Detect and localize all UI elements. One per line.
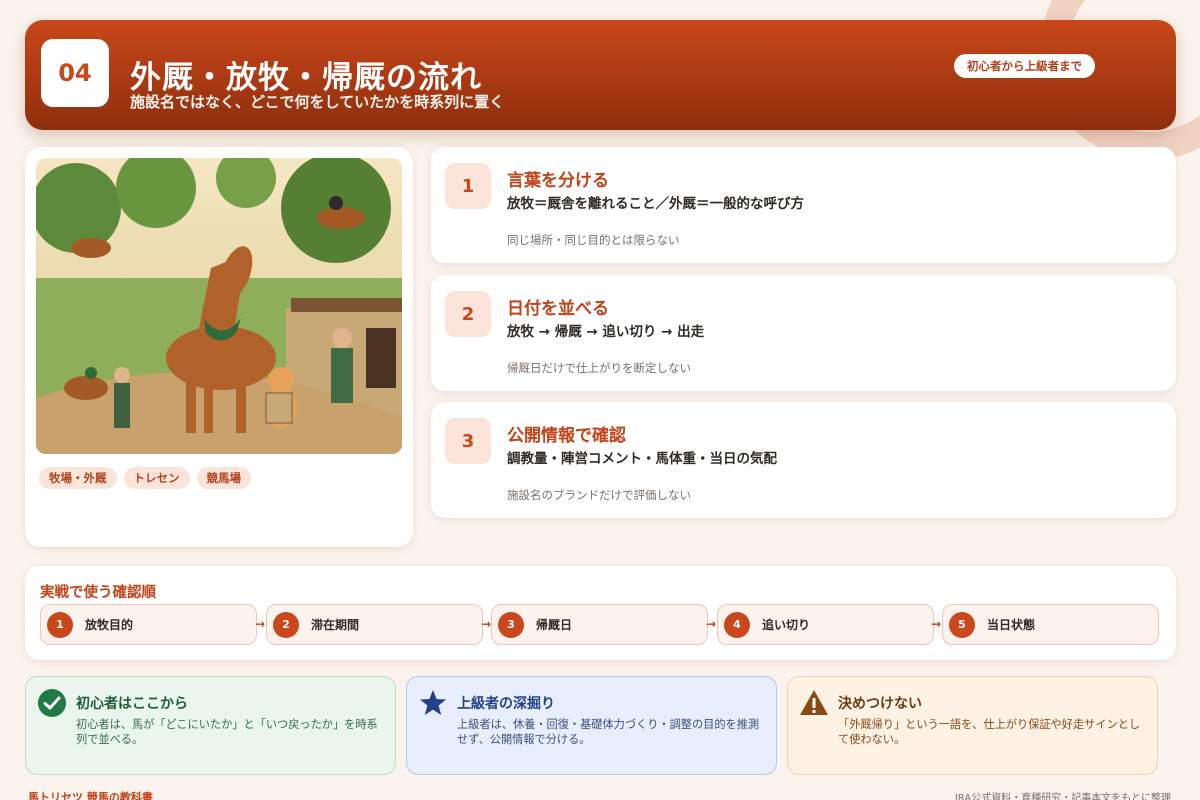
warning-text: 「外厩帰り」という一語を、仕上がり保証や好走サインとして使わない。 <box>838 718 1141 746</box>
warning-title: 決めつけない <box>838 696 922 712</box>
horse-farm-illustration <box>36 158 402 454</box>
check-order-item-1: 1 放牧目的 <box>40 604 257 645</box>
step-note: 施設名のブランドだけで評価しない <box>507 488 691 502</box>
step-note: 同じ場所・同じ目的とは限らない <box>507 233 680 247</box>
tag-farm: 牧場・外厩 <box>39 467 117 489</box>
warning-triangle-icon <box>800 690 828 715</box>
advanced-text: 上級者は、休養・回復・基礎体力づくり・調整の目的を推測せず、公開情報で分ける。 <box>457 718 760 746</box>
step-title: 言葉を分ける <box>507 171 609 191</box>
check-order-number: 3 <box>498 611 524 638</box>
check-order-card: 実戦で使う確認順 1 放牧目的 → 2 滞在期間 → 3 帰厩日 → 4 追い切… <box>25 566 1176 660</box>
tag-racecourse: 競馬場 <box>196 467 251 489</box>
beginner-text: 初心者は、馬が「どこにいたか」と「いつ戻ったか」を時系列で並べる。 <box>76 718 378 746</box>
check-order-label: 放牧目的 <box>85 618 134 632</box>
illustration-card: 牧場・外厩 トレセン 競馬場 <box>25 147 413 547</box>
footer-brand: 馬トリセツ 競馬の教科書 <box>28 791 153 800</box>
check-order-label: 帰厩日 <box>536 618 573 632</box>
check-order-number: 1 <box>47 611 73 638</box>
step-card-3: 3 公開情報で確認 調教量・陣営コメント・馬体重・当日の気配 施設名のブランドだ… <box>431 402 1176 518</box>
check-order-label: 当日状態 <box>987 618 1036 632</box>
check-order-item-5: 5 当日状態 <box>942 604 1159 645</box>
check-order-item-4: 4 追い切り <box>717 604 934 645</box>
warning-box: 決めつけない 「外厩帰り」という一語を、仕上がり保証や好走サインとして使わない。 <box>787 676 1158 775</box>
step-description: 放牧＝厩舎を離れること／外厩＝一般的な呼び方 <box>507 196 804 212</box>
check-order-title: 実戦で使う確認順 <box>40 585 156 601</box>
step-card-2: 2 日付を並べる 放牧 → 帰厩 → 追い切り → 出走 帰厩日だけで仕上がりを… <box>431 275 1176 391</box>
page-header: 04 外厩・放牧・帰厩の流れ 施設名ではなく、どこで何をしていたかを時系列に置く… <box>25 20 1176 130</box>
check-circle-icon <box>38 689 66 717</box>
page-subtitle: 施設名ではなく、どこで何をしていたかを時系列に置く <box>130 93 505 111</box>
check-order-number: 2 <box>273 611 299 638</box>
step-note: 帰厩日だけで仕上がりを断定しない <box>507 361 691 375</box>
beginner-box: 初心者はここから 初心者は、馬が「どこにいたか」と「いつ戻ったか」を時系列で並べ… <box>25 676 396 775</box>
check-order-label: 滞在期間 <box>311 618 360 632</box>
step-title: 日付を並べる <box>507 299 609 319</box>
step-card-1: 1 言葉を分ける 放牧＝厩舎を離れること／外厩＝一般的な呼び方 同じ場所・同じ目… <box>431 147 1176 263</box>
step-title: 公開情報で確認 <box>507 426 626 446</box>
check-order-number: 4 <box>724 611 750 638</box>
arrow-right-icon: → <box>930 617 942 631</box>
arrow-right-icon: → <box>705 617 717 631</box>
step-number: 3 <box>445 418 491 464</box>
step-description: 調教量・陣営コメント・馬体重・当日の気配 <box>507 451 777 467</box>
level-badge: 初心者から上級者まで <box>954 54 1095 78</box>
check-order-number: 5 <box>949 611 975 638</box>
location-tags: 牧場・外厩 トレセン 競馬場 <box>39 467 251 489</box>
arrow-right-icon: → <box>254 617 266 631</box>
check-order-label: 追い切り <box>762 618 811 632</box>
advanced-title: 上級者の深掘り <box>457 696 555 712</box>
check-order-item-2: 2 滞在期間 <box>266 604 483 645</box>
beginner-title: 初心者はここから <box>76 696 188 712</box>
step-number: 2 <box>445 291 491 337</box>
section-number-badge: 04 <box>41 39 109 107</box>
check-order-item-3: 3 帰厩日 <box>491 604 708 645</box>
step-number: 1 <box>445 163 491 209</box>
advanced-box: 上級者の深掘り 上級者は、休養・回復・基礎体力づくり・調整の目的を推測せず、公開… <box>406 676 777 775</box>
step-description: 放牧 → 帰厩 → 追い切り → 出走 <box>507 324 705 340</box>
star-icon <box>420 690 446 715</box>
footer-source: JRA公式資料・育種研究・記事本文をもとに整理 <box>954 793 1171 800</box>
tag-training-center: トレセン <box>123 467 190 489</box>
